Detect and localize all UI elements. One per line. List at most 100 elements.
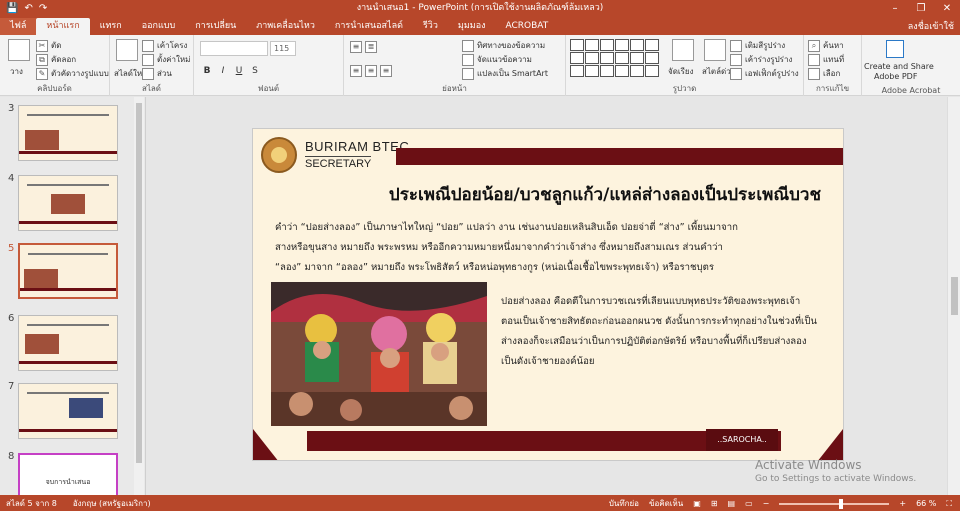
- current-slide[interactable]: BURIRAM BTEC. SECRETARY ประเพณีปอยน้อย/บ…: [252, 128, 844, 461]
- copy-button[interactable]: ⧉ คัดลอก: [36, 53, 76, 66]
- reading-view-icon[interactable]: ▤: [728, 499, 736, 508]
- shape-icon[interactable]: [585, 39, 599, 51]
- cut-button[interactable]: ✂ ตัด: [36, 39, 61, 52]
- replace-button[interactable]: แทนที่: [808, 53, 844, 66]
- close-button[interactable]: ✕: [934, 0, 960, 17]
- italic-button[interactable]: I: [216, 65, 230, 78]
- shape-icon[interactable]: [630, 65, 644, 77]
- shape-icon[interactable]: [645, 52, 659, 64]
- tab-transitions[interactable]: การเปลี่ยน: [185, 18, 246, 35]
- underline-button[interactable]: U: [232, 65, 246, 78]
- shape-icon[interactable]: [570, 65, 584, 77]
- shape-icon[interactable]: [615, 65, 629, 77]
- align-buttons[interactable]: ≡ ≡ ≡: [350, 65, 392, 77]
- language-indicator[interactable]: อังกฤษ (สหรัฐอเมริกา): [73, 497, 151, 510]
- shape-icon[interactable]: [600, 65, 614, 77]
- bullets-button[interactable]: ≡ ≣: [350, 41, 377, 53]
- thumbnail-scrollbar[interactable]: [134, 97, 144, 495]
- font-size-box[interactable]: 115: [270, 41, 296, 56]
- shape-effects-button[interactable]: เอฟเฟ็กต์รูปร่าง: [730, 67, 799, 80]
- redo-icon[interactable]: ↷: [39, 0, 47, 17]
- create-pdf-button[interactable]: Create and Share: [864, 62, 934, 71]
- font-label: ฟอนต์: [257, 84, 280, 93]
- select-button[interactable]: เลือก: [808, 67, 840, 80]
- shape-fill-button[interactable]: เติมสีรูปร่าง: [730, 39, 785, 52]
- slide-thumbnail-5[interactable]: [18, 243, 118, 299]
- author-credit[interactable]: ..SAROCHA..: [706, 429, 778, 451]
- layout-button[interactable]: เค้าโครง: [142, 39, 187, 52]
- slide-thumbnail-3[interactable]: [18, 105, 118, 161]
- zoom-level[interactable]: 66 %: [916, 499, 936, 508]
- shape-icon[interactable]: [630, 39, 644, 51]
- shape-icon[interactable]: [600, 39, 614, 51]
- shape-icon[interactable]: [570, 39, 584, 51]
- slide-title[interactable]: ประเพณีปอยน้อย/บวชลูกแก้ว/แหล่ส่างลองเป็…: [253, 181, 843, 208]
- paragraph-2[interactable]: ปอยส่างลอง คือดตีในการบวชเณรที่เลียนแบบพ…: [501, 292, 836, 372]
- paste-icon[interactable]: [8, 39, 30, 61]
- shape-icon[interactable]: [630, 52, 644, 64]
- shapes-gallery[interactable]: [570, 39, 662, 77]
- find-button[interactable]: ⌕ ค้นหา: [808, 39, 844, 52]
- shape-icon[interactable]: [585, 52, 599, 64]
- fit-slide-icon[interactable]: ⛶: [946, 499, 952, 509]
- vertical-scrollbar[interactable]: [947, 97, 960, 495]
- shape-icon[interactable]: [645, 39, 659, 51]
- scrollbar-thumb[interactable]: [136, 103, 142, 463]
- slide-thumbnail-7[interactable]: [18, 383, 118, 439]
- align-text-button[interactable]: จัดแนวข้อความ: [462, 53, 532, 66]
- tab-acrobat[interactable]: ACROBAT: [496, 18, 559, 35]
- slide-sorter-icon[interactable]: ⊞: [711, 499, 718, 508]
- slide-thumbnail-8[interactable]: จบการนำเสนอ: [18, 453, 118, 495]
- quick-styles-icon[interactable]: [704, 39, 726, 61]
- save-icon[interactable]: 💾: [6, 0, 18, 17]
- tab-insert[interactable]: แทรก: [90, 18, 132, 35]
- sign-in-link[interactable]: ลงชื่อเข้าใช้: [908, 19, 954, 33]
- tab-review[interactable]: รีวิว: [413, 18, 448, 35]
- shape-icon[interactable]: [600, 52, 614, 64]
- festival-photo[interactable]: [271, 282, 487, 426]
- shape-icon[interactable]: [570, 52, 584, 64]
- section-button[interactable]: ส่วน: [142, 67, 172, 80]
- adobe-pdf-icon[interactable]: [886, 40, 904, 58]
- strike-button[interactable]: S: [248, 65, 262, 78]
- slide-thumbnail-4[interactable]: [18, 175, 118, 231]
- create-pdf-line2[interactable]: Adobe PDF: [874, 72, 917, 81]
- arrange-button[interactable]: จัดเรียง: [668, 65, 694, 78]
- shape-icon[interactable]: [585, 65, 599, 77]
- text-direction-label: ทิศทางของข้อความ: [477, 41, 546, 50]
- shape-icon[interactable]: [645, 65, 659, 77]
- format-painter-button[interactable]: ✎ ตัวคัดวางรูปแบบ: [36, 67, 109, 80]
- font-name-box[interactable]: [200, 41, 268, 56]
- tab-file[interactable]: ไฟล์: [0, 18, 37, 35]
- arrange-icon[interactable]: [672, 39, 694, 61]
- tab-design[interactable]: ออกแบบ: [132, 18, 186, 35]
- thumb-image: [25, 334, 59, 354]
- zoom-slider[interactable]: [779, 498, 890, 509]
- zoom-in-icon[interactable]: +: [899, 499, 906, 508]
- notes-button[interactable]: บันทึกย่อ: [609, 497, 639, 510]
- scrollbar-thumb[interactable]: [951, 277, 958, 315]
- minimize-button[interactable]: –: [882, 0, 908, 17]
- normal-view-icon[interactable]: ▣: [693, 499, 701, 508]
- shape-outline-button[interactable]: เค้าร่างรูปร่าง: [730, 53, 792, 66]
- paste-button[interactable]: วาง: [10, 65, 23, 78]
- tab-slideshow[interactable]: การนำเสนอสไลด์: [325, 18, 413, 35]
- zoom-slider-thumb[interactable]: [839, 498, 844, 509]
- paragraph-1[interactable]: คำว่า “ปอยส่างลอง” เป็นภาษาไทใหญ่ “ปอย” …: [275, 218, 830, 278]
- comments-button[interactable]: ข้อคิดเห็น: [649, 497, 683, 510]
- tab-view[interactable]: มุมมอง: [448, 18, 496, 35]
- smartart-button[interactable]: แปลงเป็น SmartArt: [462, 67, 548, 80]
- restore-button[interactable]: ❐: [908, 0, 934, 17]
- shape-icon[interactable]: [615, 39, 629, 51]
- text-direction-button[interactable]: ทิศทางของข้อความ: [462, 39, 545, 52]
- slide-thumbnail-6[interactable]: [18, 315, 118, 371]
- zoom-out-icon[interactable]: −: [763, 499, 770, 508]
- new-slide-icon[interactable]: [116, 39, 138, 61]
- shape-icon[interactable]: [615, 52, 629, 64]
- bold-button[interactable]: B: [200, 65, 214, 78]
- reset-button[interactable]: ตั้งค่าใหม่: [142, 53, 190, 66]
- undo-icon[interactable]: ↶: [24, 0, 32, 17]
- tab-home[interactable]: หน้าแรก: [36, 18, 90, 35]
- tab-animations[interactable]: ภาพเคลื่อนไหว: [246, 18, 325, 35]
- slideshow-icon[interactable]: ▭: [745, 499, 753, 508]
